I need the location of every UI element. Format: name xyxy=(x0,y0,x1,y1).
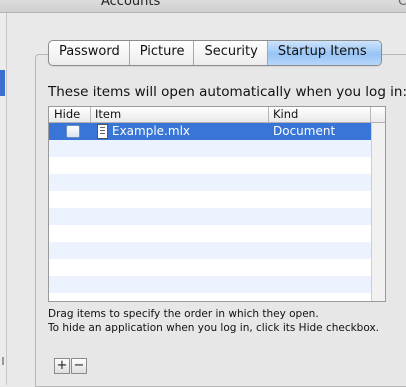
empty-row xyxy=(49,208,371,225)
table-body: Example.mlx Document xyxy=(49,123,371,301)
tab-startup-items[interactable]: Startup Items xyxy=(267,41,381,65)
help-line-1: Drag items to specify the order in which… xyxy=(48,308,319,320)
titlebar-right-fragment: C xyxy=(398,0,406,9)
window-titlebar: Accounts C xyxy=(0,0,406,13)
item-kind: Document xyxy=(273,124,336,138)
column-divider xyxy=(90,107,91,122)
sidebar-selection xyxy=(0,70,5,96)
accounts-sidebar-edge[interactable] xyxy=(0,13,7,385)
column-header-kind[interactable]: Kind xyxy=(273,107,298,122)
vertical-scrollbar[interactable] xyxy=(371,123,385,301)
column-header-hide[interactable]: Hide xyxy=(54,107,80,122)
tab-bar: Password Picture Security Startup Items xyxy=(48,40,382,66)
add-item-button[interactable]: + xyxy=(54,358,70,374)
empty-row xyxy=(49,191,371,208)
empty-row xyxy=(49,140,371,157)
table-header: Hide Item Kind xyxy=(49,107,385,123)
document-icon xyxy=(97,124,108,139)
item-name: Example.mlx xyxy=(112,124,190,138)
column-divider xyxy=(370,107,371,122)
help-line-2: To hide an application when you log in, … xyxy=(48,322,380,334)
empty-row xyxy=(49,276,371,293)
sidebar-marker xyxy=(2,357,4,365)
help-text: Drag items to specify the order in which… xyxy=(48,307,379,335)
remove-item-button[interactable]: − xyxy=(71,358,87,374)
column-divider xyxy=(268,107,269,122)
column-header-item[interactable]: Item xyxy=(95,107,121,122)
empty-row xyxy=(49,259,371,276)
empty-row xyxy=(49,157,371,174)
window-title: Accounts xyxy=(101,0,161,9)
tab-security[interactable]: Security xyxy=(194,41,268,65)
table-row[interactable]: Example.mlx Document xyxy=(49,123,371,140)
empty-row xyxy=(49,174,371,191)
startup-items-description: These items will open automatically when… xyxy=(48,84,406,100)
hide-checkbox[interactable] xyxy=(66,125,80,138)
empty-row xyxy=(49,293,371,301)
empty-row xyxy=(49,225,371,242)
startup-items-table[interactable]: Hide Item Kind Example.mlx Document xyxy=(48,106,386,302)
tab-picture[interactable]: Picture xyxy=(130,41,195,65)
empty-row xyxy=(49,242,371,259)
tab-password[interactable]: Password xyxy=(49,41,130,65)
